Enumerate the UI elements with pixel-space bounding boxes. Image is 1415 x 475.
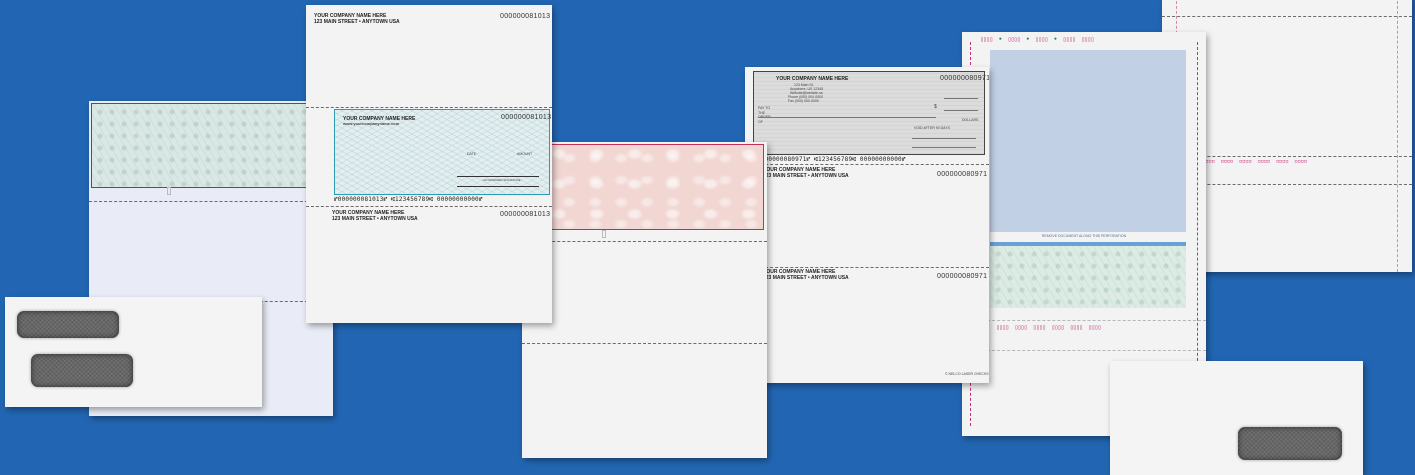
check-sheet-pink: [522, 142, 767, 458]
pay-to-label: PAY TO THE ORDER OF: [758, 106, 771, 124]
blue-panel: [990, 50, 1186, 232]
envelope-window: [1238, 427, 1342, 460]
void-label: VOID AFTER 90 DAYS: [914, 126, 950, 130]
micr-line: ⑈000000080971⑈ ⑆123456789⑆ 00000000000⑈: [757, 156, 906, 163]
check-sheet-gray: YOUR COMPANY NAME HERE 123 Main St. Anyw…: [745, 67, 989, 383]
blue-check-face: [91, 103, 331, 188]
address-line: Fax (000) 000-0000: [788, 99, 819, 103]
stub-address: 123 MAIN STREET • ANYTOWN USA: [332, 216, 418, 222]
dollar-sign: $: [934, 104, 937, 110]
top-address: 123 MAIN STREET • ANYTOWN USA: [314, 19, 400, 25]
top-check-number: 000000081013: [500, 13, 551, 20]
amount-label: AMOUNT: [517, 152, 533, 156]
perforation-label: REMOVE DOCUMENT ALONG THIS PERFORATION: [1041, 234, 1127, 238]
single-window-envelope: [1110, 361, 1363, 475]
check-number: 000000080971: [940, 75, 989, 82]
product-collage: { "company_name": "YOUR COMPANY NAME HER…: [0, 0, 1415, 475]
perf-tab: [602, 230, 606, 238]
pin-feed-strip: ▫▫▫▫ ▫▫▫▫ ▫▫▫▫ ▫▫▫▫ ▫▫▫▫ ▫▫▫▫: [1202, 158, 1307, 165]
stub-check-number: 000000080971: [937, 171, 988, 178]
micr-line: ⑈000000081013⑈ ⑆123456789⑆ 00000000000⑈: [334, 196, 483, 203]
stub-check-number: 000000081013: [500, 211, 551, 218]
check-sheet-teal: YOUR COMPANY NAME HERE 123 MAIN STREET •…: [306, 5, 552, 323]
check-website: www.yourcompanyname.com: [343, 121, 400, 126]
double-window-envelope: [5, 297, 262, 407]
pin-feed-bottom: ▯▯▯▯ ▯▯▯▯ ▯▯▯▯ ▯▯▯▯ ▯▯▯▯ ▯▯▯▯: [996, 324, 1101, 331]
sig-label: AUTHORIZED SIGNATURE: [483, 178, 521, 182]
check-number: 000000081013: [501, 114, 552, 121]
check-company-name: YOUR COMPANY NAME HERE: [776, 76, 849, 82]
security-check-panel: [990, 246, 1186, 308]
teal-check-face: YOUR COMPANY NAME HERE www.yourcompanyna…: [334, 109, 552, 195]
date-label: DATE: [467, 152, 477, 156]
check-face: YOUR COMPANY NAME HERE 123 Main St. Anyw…: [753, 71, 989, 155]
stub-address-2: 123 MAIN STREET • ANYTOWN USA: [763, 275, 849, 281]
stub-address: 123 MAIN STREET • ANYTOWN USA: [763, 173, 849, 179]
pin-feed-top: ▯▯▯▯ • ▯▯▯▯ • ▯▯▯▯ • ▯▯▯▯ ▯▯▯▯: [980, 36, 1094, 43]
perf-tab: [167, 187, 171, 195]
envelope-window-bottom: [31, 354, 133, 387]
dollars-label: DOLLARS: [962, 118, 979, 122]
stub-check-number-2: 000000080971: [937, 273, 988, 280]
envelope-window-top: [17, 311, 119, 338]
footer-mark: © NELCO LASER CHECKS: [945, 372, 989, 376]
pink-check-face: [550, 144, 764, 230]
